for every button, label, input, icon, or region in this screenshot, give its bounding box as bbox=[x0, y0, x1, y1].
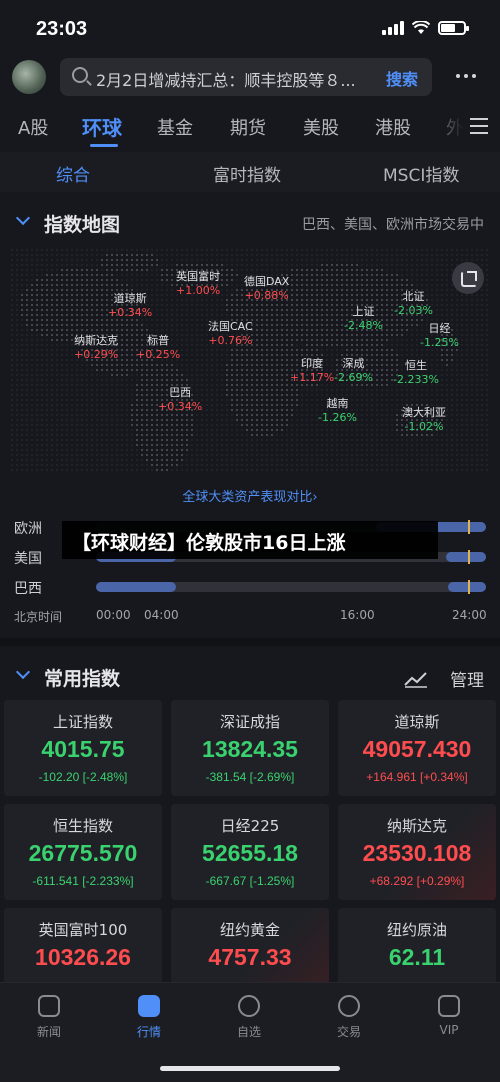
chevron-down-icon bbox=[15, 210, 31, 226]
search-hot-text: 2月2日增减持汇总：顺丰控股等８... bbox=[96, 71, 356, 90]
index-card[interactable]: 道琼斯 49057.430 +164.961 [+0.34%] bbox=[338, 700, 496, 796]
nav-watchlist[interactable]: 自选 bbox=[219, 995, 279, 1040]
search-row: 2月2日增减持汇总：顺丰控股等８... 搜索 bbox=[0, 58, 500, 100]
session-name: 美国 bbox=[14, 551, 42, 567]
map-marker-cac[interactable]: 法国CAC +0.76% bbox=[208, 320, 253, 348]
list-icon[interactable] bbox=[470, 118, 488, 139]
index-card[interactable]: 深证成指 13824.35 -381.54 [-2.69%] bbox=[171, 700, 329, 796]
main-tabs: A股 环球 基金 期货 美股 港股 外 bbox=[0, 110, 500, 152]
map-marker-vietnam[interactable]: 越南 -1.26% bbox=[318, 397, 357, 425]
search-icon bbox=[72, 67, 88, 83]
map-marker-india[interactable]: 印度 +1.17% bbox=[290, 357, 334, 385]
index-card[interactable]: 上证指数 4015.75 -102.20 [-2.48%] bbox=[4, 700, 162, 796]
tab-funds[interactable]: 基金 bbox=[157, 114, 193, 140]
map-marker-dow[interactable]: 道琼斯 +0.34% bbox=[108, 292, 152, 320]
index-card[interactable]: 恒生指数 26775.570 -611.541 [-2.233%] bbox=[4, 804, 162, 900]
map-marker-brazil[interactable]: 巴西 +0.34% bbox=[158, 386, 202, 414]
time-axis-title: 北京时间 bbox=[14, 610, 63, 624]
section-divider bbox=[0, 638, 500, 646]
news-headline: 【环球财经】伦敦股市16日上涨 bbox=[72, 532, 346, 554]
news-icon bbox=[38, 995, 60, 1017]
map-marker-nasdaq[interactable]: 纳斯达克 +0.29% bbox=[74, 334, 118, 362]
chevron-down-icon bbox=[15, 664, 31, 680]
subtab-overview[interactable]: 综合 bbox=[56, 161, 90, 186]
expand-icon[interactable] bbox=[452, 262, 484, 294]
common-indices-header[interactable]: 常用指数 管理 bbox=[0, 658, 500, 694]
session-name: 巴西 bbox=[14, 581, 42, 597]
world-map: 英国富时 +1.00% 德国DAX +0.88% 道琼斯 +0.34% 法国CA… bbox=[8, 246, 492, 496]
index-map-header[interactable]: 指数地图 巴西、美国、欧洲市场交易中 bbox=[0, 204, 500, 240]
asset-compare-link[interactable]: 全球大类资产表现对比› bbox=[0, 486, 500, 505]
signal-icon bbox=[382, 21, 404, 35]
chevron-right-icon: › bbox=[312, 490, 318, 505]
plus-icon bbox=[238, 995, 260, 1017]
map-marker-sp500[interactable]: 标普 +0.25% bbox=[136, 334, 180, 362]
current-time-marker bbox=[468, 520, 470, 534]
tab-hk-stocks[interactable]: 港股 bbox=[375, 114, 411, 140]
more-icon[interactable] bbox=[456, 74, 476, 78]
tab-underline bbox=[90, 144, 118, 147]
map-marker-australia[interactable]: 澳大利亚 -1.02% bbox=[402, 406, 446, 434]
nav-market[interactable]: 行情 bbox=[119, 995, 179, 1040]
tab-fade bbox=[424, 110, 464, 144]
home-indicator bbox=[160, 1066, 340, 1071]
time-axis: 北京时间 00:00 04:00 16:00 24:00 bbox=[0, 608, 500, 624]
time-tick: 16:00 bbox=[340, 608, 375, 622]
status-bar: 23:03 bbox=[0, 0, 500, 54]
session-row: 巴西 bbox=[0, 576, 500, 597]
subtab-msci[interactable]: MSCI指数 bbox=[383, 161, 459, 186]
current-time-marker bbox=[468, 550, 470, 564]
nav-news[interactable]: 新闻 bbox=[19, 995, 79, 1040]
current-time-marker bbox=[468, 580, 470, 594]
chart-icon bbox=[138, 995, 160, 1017]
wifi-icon bbox=[412, 21, 430, 34]
vip-icon bbox=[438, 995, 460, 1017]
subtab-ftse[interactable]: 富时指数 bbox=[213, 161, 281, 186]
tab-futures[interactable]: 期货 bbox=[230, 114, 266, 140]
time-tick: 00:00 bbox=[96, 608, 131, 622]
tab-a-shares[interactable]: A股 bbox=[18, 114, 48, 140]
news-banner[interactable]: 【环球财经】伦敦股市16日上涨 bbox=[62, 521, 438, 559]
map-marker-beijing[interactable]: 北证 -2.03% bbox=[394, 290, 433, 318]
search-input[interactable]: 2月2日增减持汇总：顺丰控股等８... 搜索 bbox=[60, 58, 432, 96]
status-icons bbox=[382, 21, 469, 35]
nav-vip[interactable]: VIP bbox=[419, 995, 479, 1037]
status-time: 23:03 bbox=[36, 18, 88, 40]
tab-global[interactable]: 环球 bbox=[82, 112, 122, 141]
index-card[interactable]: 日经225 52655.18 -667.67 [-1.25%] bbox=[171, 804, 329, 900]
trend-chart-icon[interactable] bbox=[404, 670, 428, 688]
session-name: 欧洲 bbox=[14, 521, 42, 537]
section-title: 常用指数 bbox=[44, 668, 121, 690]
nav-trade[interactable]: 交易 bbox=[319, 995, 379, 1040]
time-tick: 24:00 bbox=[452, 608, 487, 622]
index-card[interactable]: 纳斯达克 23530.108 +68.292 [+0.29%] bbox=[338, 804, 496, 900]
map-marker-shenzhen[interactable]: 深成 -2.69% bbox=[334, 357, 373, 385]
map-marker-hangseng[interactable]: 恒生 -2.233% bbox=[393, 359, 439, 387]
map-marker-ftse[interactable]: 英国富时 +1.00% bbox=[176, 270, 220, 298]
map-marker-nikkei[interactable]: 日经 -1.25% bbox=[420, 322, 459, 350]
session-fill bbox=[446, 552, 486, 562]
session-fill bbox=[96, 582, 176, 592]
battery-icon bbox=[438, 21, 469, 35]
time-tick: 04:00 bbox=[144, 608, 179, 622]
map-marker-shanghai[interactable]: 上证 -2.48% bbox=[344, 305, 383, 333]
exchange-icon bbox=[338, 995, 360, 1017]
session-fill bbox=[448, 582, 486, 592]
manage-button[interactable]: 管理 bbox=[450, 666, 484, 691]
sub-tabs: 综合 富时指数 MSCI指数 bbox=[0, 152, 500, 192]
market-status-note: 巴西、美国、欧洲市场交易中 bbox=[302, 217, 484, 233]
tab-us-stocks[interactable]: 美股 bbox=[303, 114, 339, 140]
avatar[interactable] bbox=[12, 60, 46, 94]
session-track bbox=[96, 580, 486, 594]
map-marker-dax[interactable]: 德国DAX +0.88% bbox=[244, 275, 289, 303]
search-button[interactable]: 搜索 bbox=[386, 66, 418, 90]
section-title: 指数地图 bbox=[44, 214, 121, 236]
